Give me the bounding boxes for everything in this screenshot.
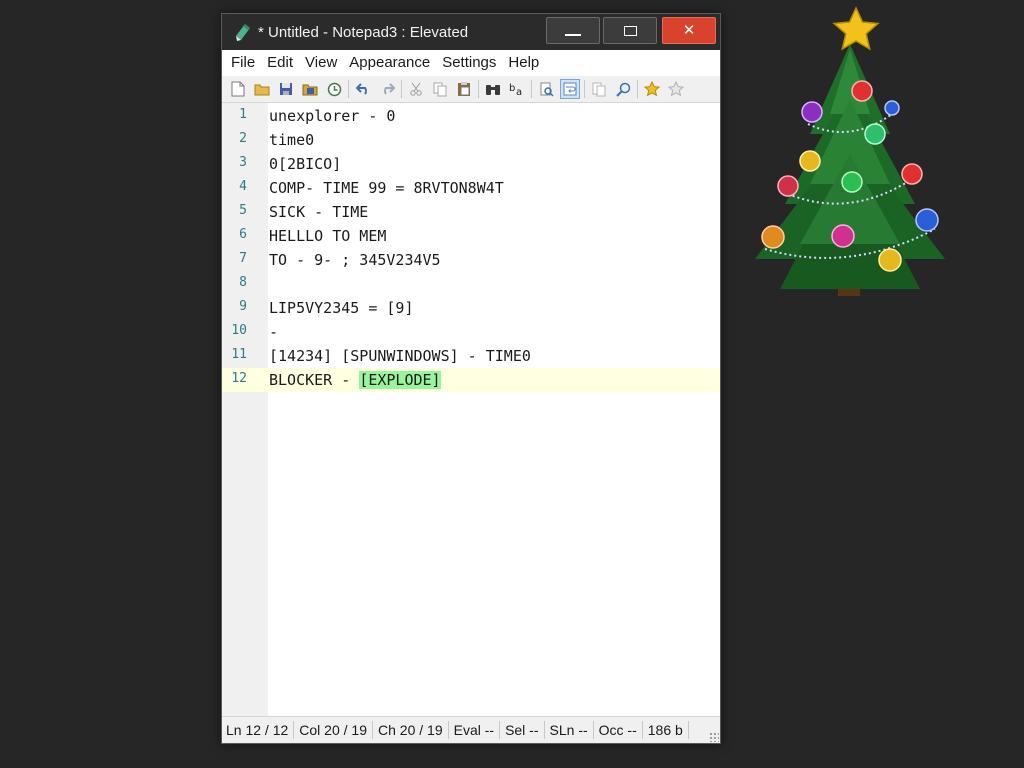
redo-icon[interactable] bbox=[377, 79, 397, 99]
line-text-prefix: BLOCKER - bbox=[269, 371, 360, 389]
status-bar: Ln 12 / 12 Col 20 / 19 Ch 20 / 19 Eval -… bbox=[222, 716, 720, 743]
line-number: 12 bbox=[231, 371, 247, 386]
status-column[interactable]: Col 20 / 19 bbox=[294, 721, 373, 739]
toolbar-separator bbox=[531, 80, 532, 98]
status-size[interactable]: 186 b bbox=[643, 721, 689, 739]
maximize-icon bbox=[623, 25, 637, 36]
editor-line[interactable]: 8 bbox=[222, 272, 720, 296]
line-number: 6 bbox=[239, 227, 247, 242]
minimize-button[interactable] bbox=[546, 17, 600, 44]
editor-line[interactable]: 7 TO - 9- ; 345V234V5 bbox=[222, 248, 720, 272]
menu-bar: File Edit View Appearance Settings Help bbox=[222, 50, 720, 76]
matched-brace-highlight: [EXPLODE] bbox=[359, 371, 441, 389]
word-wrap-icon[interactable] bbox=[560, 79, 580, 99]
menu-file[interactable]: File bbox=[222, 50, 261, 76]
resize-grip-icon[interactable] bbox=[709, 732, 719, 742]
line-text: BLOCKER - [EXPLODE] bbox=[269, 368, 441, 392]
toolbar: ba bbox=[222, 76, 720, 103]
toolbar-separator bbox=[478, 80, 479, 98]
editor-line[interactable]: 3 0[2BICO] bbox=[222, 152, 720, 176]
svg-text:b: b bbox=[509, 83, 515, 94]
svg-text:a: a bbox=[516, 87, 522, 96]
line-text: COMP- TIME 99 = 8RVTON8W4T bbox=[269, 179, 504, 197]
toolbar-separator bbox=[348, 80, 349, 98]
line-text: - bbox=[269, 323, 279, 341]
status-line[interactable]: Ln 12 / 12 bbox=[222, 721, 295, 739]
revert-icon[interactable] bbox=[324, 79, 344, 99]
window-title: * Untitled - Notepad3 : Elevated bbox=[258, 24, 469, 41]
close-button[interactable]: ✕ bbox=[662, 17, 716, 44]
menu-appearance[interactable]: Appearance bbox=[343, 50, 436, 76]
replace-icon[interactable]: ba bbox=[507, 79, 527, 99]
editor-line[interactable]: 9 LIP5VY2345 = [9] bbox=[222, 296, 720, 320]
close-icon: ✕ bbox=[682, 21, 696, 39]
editor-line[interactable]: 10 - bbox=[222, 320, 720, 344]
editor-line[interactable]: 4 COMP- TIME 99 = 8RVTON8W4T bbox=[222, 176, 720, 200]
status-char[interactable]: Ch 20 / 19 bbox=[373, 721, 449, 739]
line-text: unexplorer - 0 bbox=[269, 107, 396, 125]
menu-edit[interactable]: Edit bbox=[261, 50, 299, 76]
menu-help[interactable]: Help bbox=[502, 50, 545, 76]
cut-icon[interactable] bbox=[406, 79, 426, 99]
line-number: 8 bbox=[239, 275, 247, 290]
status-selection[interactable]: Sel -- bbox=[500, 721, 545, 739]
line-text: TO - 9- ; 345V234V5 bbox=[269, 251, 441, 269]
line-number: 5 bbox=[239, 203, 247, 218]
favorites-icon[interactable] bbox=[642, 79, 662, 99]
status-occurrences[interactable]: Occ -- bbox=[594, 721, 643, 739]
line-number: 9 bbox=[239, 299, 247, 314]
line-text: [14234] [SPUNWINDOWS] - TIME0 bbox=[269, 347, 531, 365]
toolbar-separator bbox=[637, 80, 638, 98]
editor-line[interactable]: 5 SICK - TIME bbox=[222, 200, 720, 224]
line-number: 2 bbox=[239, 131, 247, 146]
copy-icon[interactable] bbox=[430, 79, 450, 99]
find-in-files-icon[interactable] bbox=[536, 79, 556, 99]
line-number: 1 bbox=[239, 107, 247, 122]
status-selected-lines[interactable]: SLn -- bbox=[545, 721, 594, 739]
line-text: SICK - TIME bbox=[269, 203, 369, 221]
line-number: 4 bbox=[239, 179, 247, 194]
editor-line-current[interactable]: 12 BLOCKER - [EXPLODE] bbox=[222, 368, 720, 392]
menu-settings[interactable]: Settings bbox=[436, 50, 502, 76]
line-text: LIP5VY2345 = [9] bbox=[269, 299, 414, 317]
line-number: 3 bbox=[239, 155, 247, 170]
menu-view[interactable]: View bbox=[299, 50, 343, 76]
notepad3-app-icon[interactable] bbox=[233, 22, 253, 42]
editor-line[interactable]: 1 unexplorer - 0 bbox=[222, 104, 720, 128]
editor-line[interactable]: 2 time0 bbox=[222, 128, 720, 152]
editor-line[interactable]: 6 HELLLO TO MEM bbox=[222, 224, 720, 248]
text-editor[interactable]: 1 unexplorer - 0 2 time0 3 0[2BICO] 4 CO… bbox=[222, 103, 720, 716]
line-text: HELLLO TO MEM bbox=[269, 227, 387, 245]
zoom-out-icon[interactable] bbox=[613, 79, 633, 99]
line-text: 0[2BICO] bbox=[269, 155, 342, 173]
toolbar-separator bbox=[401, 80, 402, 98]
save-icon[interactable] bbox=[276, 79, 296, 99]
paste-icon[interactable] bbox=[454, 79, 474, 99]
line-text: time0 bbox=[269, 131, 315, 149]
new-file-icon[interactable] bbox=[228, 79, 248, 99]
add-favorite-icon[interactable] bbox=[666, 79, 686, 99]
find-icon[interactable] bbox=[483, 79, 503, 99]
maximize-button[interactable] bbox=[603, 17, 657, 44]
toolbar-separator bbox=[584, 80, 585, 98]
status-eval[interactable]: Eval -- bbox=[449, 721, 501, 739]
zoom-in-icon[interactable] bbox=[589, 79, 609, 99]
notepad3-window: * Untitled - Notepad3 : Elevated ✕ File … bbox=[221, 13, 721, 744]
editor-line[interactable]: 11 [14234] [SPUNWINDOWS] - TIME0 bbox=[222, 344, 720, 368]
christmas-tree-icon[interactable] bbox=[740, 4, 956, 304]
undo-icon[interactable] bbox=[353, 79, 373, 99]
line-number: 10 bbox=[231, 323, 247, 338]
open-folder-icon[interactable] bbox=[252, 79, 272, 99]
line-number: 11 bbox=[231, 347, 247, 362]
title-bar[interactable]: * Untitled - Notepad3 : Elevated ✕ bbox=[222, 14, 720, 50]
minimize-icon bbox=[565, 33, 581, 36]
save-as-icon[interactable] bbox=[300, 79, 320, 99]
line-number: 7 bbox=[239, 251, 247, 266]
